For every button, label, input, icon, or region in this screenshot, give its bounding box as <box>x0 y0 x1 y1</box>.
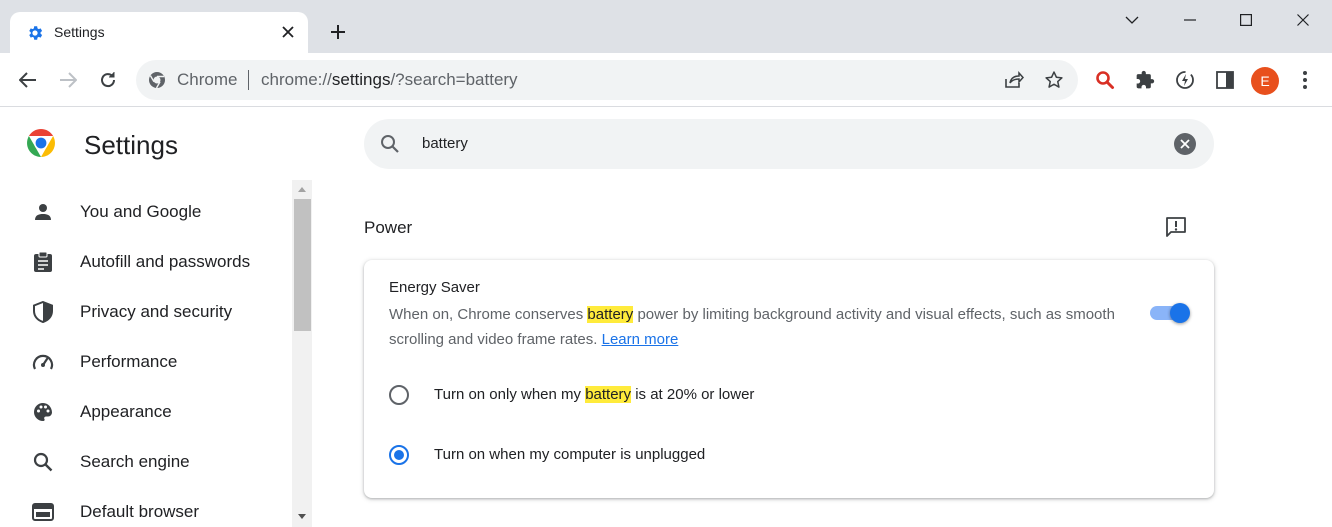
share-icon[interactable] <box>1002 68 1026 92</box>
tab-title: Settings <box>54 24 105 40</box>
section-title-power: Power <box>364 218 413 237</box>
extensions-puzzle-icon[interactable] <box>1133 68 1157 92</box>
minimize-icon[interactable] <box>1178 8 1202 32</box>
search-highlight: battery <box>585 386 632 403</box>
energy-saver-title: Energy Saver <box>389 279 480 296</box>
radio-button-checked[interactable] <box>389 445 409 465</box>
close-window-icon[interactable] <box>1291 8 1315 32</box>
sidebar-item-label: Appearance <box>80 402 172 421</box>
bookmark-star-icon[interactable] <box>1042 68 1066 92</box>
sidebar-item-label: Privacy and security <box>80 302 233 321</box>
search-highlight: battery <box>587 306 634 323</box>
scroll-down-arrow-icon[interactable] <box>292 507 312 525</box>
close-tab-icon[interactable] <box>278 22 298 42</box>
sidebar-item-default-browser[interactable]: Default browser <box>0 488 292 527</box>
sidebar-item-label: Default browser <box>80 502 200 521</box>
scroll-up-arrow-icon[interactable] <box>292 180 312 198</box>
radio-label-text: Turn on only when my <box>434 386 586 403</box>
speedometer-icon <box>32 351 54 373</box>
url-text[interactable]: chrome://settings/?search=battery <box>261 70 518 90</box>
clear-search-icon[interactable] <box>1174 133 1196 155</box>
sidebar-item-performance[interactable]: Performance <box>0 338 292 388</box>
settings-search-field[interactable]: battery <box>364 119 1214 169</box>
scrollbar-thumb[interactable] <box>294 199 311 331</box>
chrome-site-icon[interactable] <box>148 71 166 89</box>
search-extension-icon[interactable] <box>1093 68 1117 92</box>
sidebar-scrollbar[interactable] <box>292 180 312 527</box>
search-input[interactable]: battery <box>422 135 468 152</box>
feedback-icon[interactable] <box>1163 214 1189 240</box>
back-arrow-icon[interactable] <box>16 68 40 92</box>
sidebar-item-search-engine[interactable]: Search engine <box>0 438 292 488</box>
energy-saver-toggle[interactable] <box>1150 302 1190 323</box>
side-panel-icon[interactable] <box>1213 68 1237 92</box>
performance-icon[interactable] <box>1173 68 1197 92</box>
omnibox-separator <box>248 70 249 90</box>
desc-text: When on, Chrome conserves <box>389 306 588 323</box>
sidebar-item-autofill[interactable]: Autofill and passwords <box>0 238 292 288</box>
page-title: Settings <box>84 130 178 160</box>
clipboard-icon <box>32 251 54 273</box>
radio-label-text: is at 20% or lower <box>631 386 755 403</box>
chevron-down-icon[interactable] <box>1120 8 1144 32</box>
radio-option-unplugged[interactable]: Turn on when my computer is unplugged <box>364 430 1214 480</box>
sidebar-item-appearance[interactable]: Appearance <box>0 388 292 438</box>
url-scheme: chrome:// <box>261 70 332 89</box>
sidebar-item-privacy[interactable]: Privacy and security <box>0 288 292 338</box>
reload-icon[interactable] <box>96 68 120 92</box>
more-menu-icon[interactable] <box>1293 68 1317 92</box>
omnibox-chip: Chrome <box>177 70 238 89</box>
url-host: settings <box>331 70 391 89</box>
sidebar-item-label: Search engine <box>80 452 190 471</box>
sidebar-item-label: You and Google <box>80 202 202 221</box>
radio-button[interactable] <box>389 385 409 405</box>
gear-icon <box>26 24 44 42</box>
chrome-logo-icon <box>26 128 56 158</box>
address-bar[interactable]: Chrome chrome://settings/?search=battery <box>136 60 1078 100</box>
browser-window-icon <box>32 501 54 523</box>
sidebar-item-label: Performance <box>80 352 178 371</box>
tab-settings[interactable]: Settings <box>10 12 308 53</box>
radio-label-text: Turn on when my computer is unplugged <box>434 446 706 463</box>
forward-arrow-icon[interactable] <box>56 68 80 92</box>
shield-icon <box>32 301 54 323</box>
energy-saver-card: Energy Saver When on, Chrome conserves b… <box>364 260 1214 498</box>
radio-label: Turn on when my computer is unplugged <box>434 446 705 463</box>
toolbar: Chrome chrome://settings/?search=battery… <box>0 53 1332 107</box>
sidebar: You and Google Autofill and passwords Pr… <box>0 180 292 527</box>
url-rest: /?search=battery <box>390 70 518 89</box>
new-tab-icon[interactable] <box>326 20 350 44</box>
radio-label: Turn on only when my battery is at 20% o… <box>434 386 754 403</box>
sidebar-item-label: Autofill and passwords <box>80 252 251 271</box>
search-icon <box>32 451 54 473</box>
person-icon <box>32 201 54 223</box>
maximize-icon[interactable] <box>1234 8 1258 32</box>
profile-avatar[interactable]: E <box>1251 67 1279 95</box>
radio-option-battery-low[interactable]: Turn on only when my battery is at 20% o… <box>364 370 1214 420</box>
learn-more-link[interactable]: Learn more <box>602 331 679 348</box>
palette-icon <box>32 401 54 423</box>
tab-strip: Settings <box>0 0 1332 53</box>
sidebar-item-you-and-google[interactable]: You and Google <box>0 188 292 238</box>
energy-saver-description: When on, Chrome conserves battery power … <box>389 302 1129 352</box>
search-icon <box>380 134 400 154</box>
toggle-knob <box>1170 303 1190 323</box>
